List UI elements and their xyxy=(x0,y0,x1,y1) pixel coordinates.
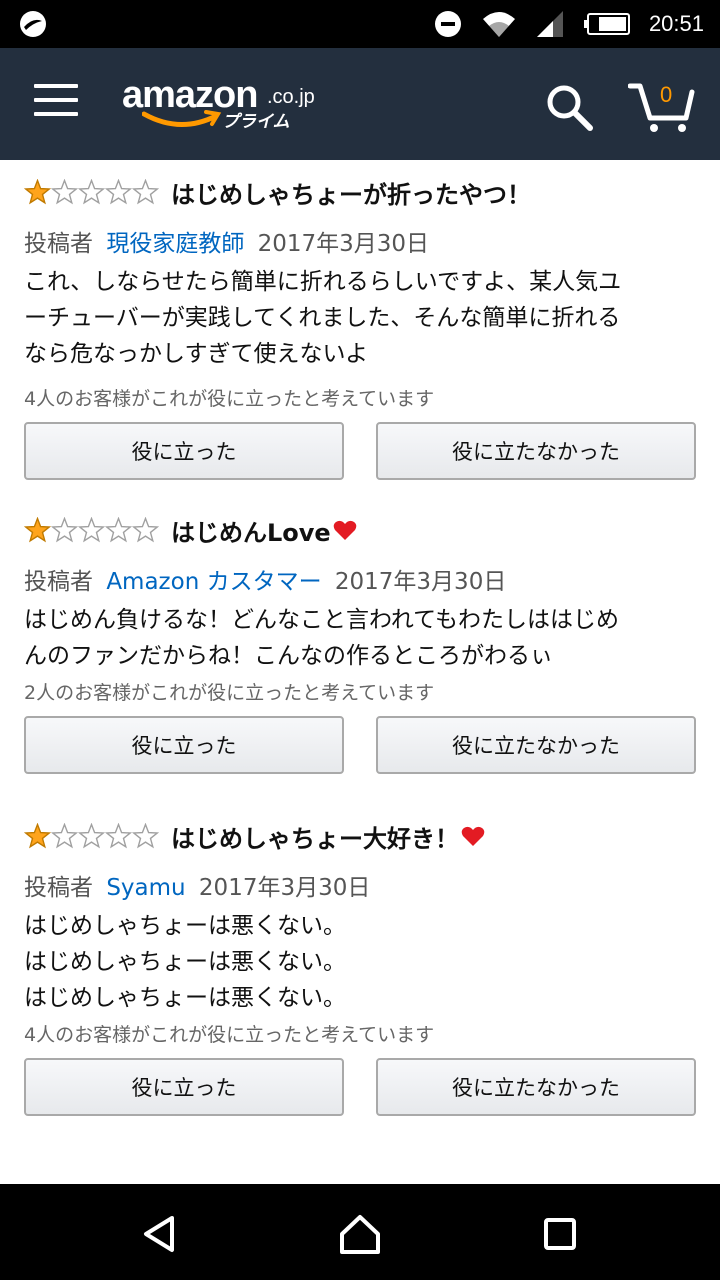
review-date: 2017年3月30日 xyxy=(198,875,371,901)
review-date: 2017年3月30日 xyxy=(334,569,507,595)
review-body-line: んのファンだからね！こんなの作るところがわるぃ xyxy=(24,643,553,669)
star-empty-icon xyxy=(51,517,78,543)
review-title[interactable]: はじめしゃちょー大好き！ xyxy=(171,819,459,854)
signal-icon xyxy=(536,11,563,37)
star-empty-icon xyxy=(105,823,132,849)
system-nav-bar xyxy=(0,1184,720,1280)
review-body-line: はじめん負けるな！どんなこと言われてもわたしははじめ xyxy=(24,607,620,633)
helpful-no-button[interactable]: 役に立たなかった xyxy=(376,1058,696,1116)
review-author-link[interactable]: 現役家庭教師 xyxy=(106,231,244,257)
wifi-icon xyxy=(482,12,515,37)
amazon-prime-logo[interactable]: amazon .co.jp プライム xyxy=(122,74,322,144)
heart-icon xyxy=(333,520,356,540)
review-title[interactable]: はじめしゃちょーが折ったやつ！ xyxy=(171,175,531,210)
review-header: はじめしゃちょーが折ったやつ！ xyxy=(24,172,531,212)
review-title[interactable]: はじめんLove xyxy=(171,513,331,548)
star-rating xyxy=(24,517,159,543)
star-filled-icon xyxy=(24,517,51,543)
status-bar: 20:51 xyxy=(0,0,720,48)
app-header: amazon .co.jp プライム 0 xyxy=(0,48,720,160)
byline-prefix: 投稿者 xyxy=(24,231,93,257)
helpful-count-text: 2人のお客様がこれが役に立ったと考えています xyxy=(24,682,435,704)
star-rating xyxy=(24,823,159,849)
byline-prefix: 投稿者 xyxy=(24,569,93,595)
logo-domain: .co.jp xyxy=(267,86,315,108)
star-empty-icon xyxy=(132,517,159,543)
review-body-line: はじめしゃちょーは悪くない。 xyxy=(24,949,346,975)
byline-prefix: 投稿者 xyxy=(24,875,93,901)
battery-icon xyxy=(583,13,630,35)
star-filled-icon xyxy=(24,179,51,205)
review-body-line: なら危なっかしすぎて使えないよ xyxy=(24,341,369,367)
smile-arrow-icon xyxy=(142,110,222,127)
notification-icon xyxy=(20,11,46,37)
helpful-count-text: 4人のお客様がこれが役に立ったと考えています xyxy=(24,1024,435,1046)
review-body-line: ーチューバーが実践してくれました、そんな簡単に折れる xyxy=(24,305,621,331)
star-empty-icon xyxy=(132,823,159,849)
review-body-line: はじめしゃちょーは悪くない。 xyxy=(24,985,346,1011)
review-author-link[interactable]: Amazon カスタマー xyxy=(106,569,321,595)
review-header: はじめんLove xyxy=(24,510,357,550)
home-icon[interactable] xyxy=(338,1212,382,1256)
back-icon[interactable] xyxy=(138,1212,182,1256)
star-empty-icon xyxy=(51,179,78,205)
star-empty-icon xyxy=(105,179,132,205)
review-body: これ、しならせたら簡単に折れるらしいですよ、某人気ユ ーチューバーが実践してくれ… xyxy=(24,264,696,372)
helpful-count-text: 4人のお客様がこれが役に立ったと考えています xyxy=(24,388,435,410)
star-empty-icon xyxy=(105,517,132,543)
helpful-yes-button[interactable]: 役に立った xyxy=(24,1058,344,1116)
review-author-link[interactable]: Syamu xyxy=(106,875,185,901)
review-byline: 投稿者 Syamu 2017年3月30日 xyxy=(24,868,370,902)
clock: 20:51 xyxy=(648,11,704,36)
review-header: はじめしゃちょー大好き！ xyxy=(24,816,485,856)
review-body-line: はじめしゃちょーは悪くない。 xyxy=(24,913,346,939)
review-body-line: これ、しならせたら簡単に折れるらしいですよ、某人気ユ xyxy=(24,269,622,295)
star-empty-icon xyxy=(78,517,105,543)
star-empty-icon xyxy=(78,179,105,205)
cart-button[interactable]: 0 xyxy=(627,78,696,134)
logo-prime: プライム xyxy=(222,112,290,132)
search-icon[interactable] xyxy=(544,82,594,132)
star-filled-icon xyxy=(24,823,51,849)
star-empty-icon xyxy=(78,823,105,849)
menu-icon[interactable] xyxy=(34,84,78,124)
do-not-disturb-icon xyxy=(434,11,461,37)
review-list: はじめしゃちょーが折ったやつ！ 投稿者 現役家庭教師 2017年3月30日 これ… xyxy=(0,160,720,1184)
review-date: 2017年3月30日 xyxy=(257,231,430,257)
review-byline: 投稿者 現役家庭教師 2017年3月30日 xyxy=(24,224,429,258)
heart-icon xyxy=(461,826,485,846)
cart-count: 0 xyxy=(660,82,673,107)
review-byline: 投稿者 Amazon カスタマー 2017年3月30日 xyxy=(24,562,506,596)
recents-icon[interactable] xyxy=(538,1212,582,1256)
review-body: はじめしゃちょーは悪くない。 はじめしゃちょーは悪くない。 はじめしゃちょーは悪… xyxy=(24,908,696,1016)
helpful-yes-button[interactable]: 役に立った xyxy=(24,422,344,480)
star-empty-icon xyxy=(51,823,78,849)
helpful-no-button[interactable]: 役に立たなかった xyxy=(376,716,696,774)
star-rating xyxy=(24,179,159,205)
review-body: はじめん負けるな！どんなこと言われてもわたしははじめ んのファンだからね！こんな… xyxy=(24,602,696,674)
helpful-no-button[interactable]: 役に立たなかった xyxy=(376,422,696,480)
helpful-yes-button[interactable]: 役に立った xyxy=(24,716,344,774)
star-empty-icon xyxy=(132,179,159,205)
